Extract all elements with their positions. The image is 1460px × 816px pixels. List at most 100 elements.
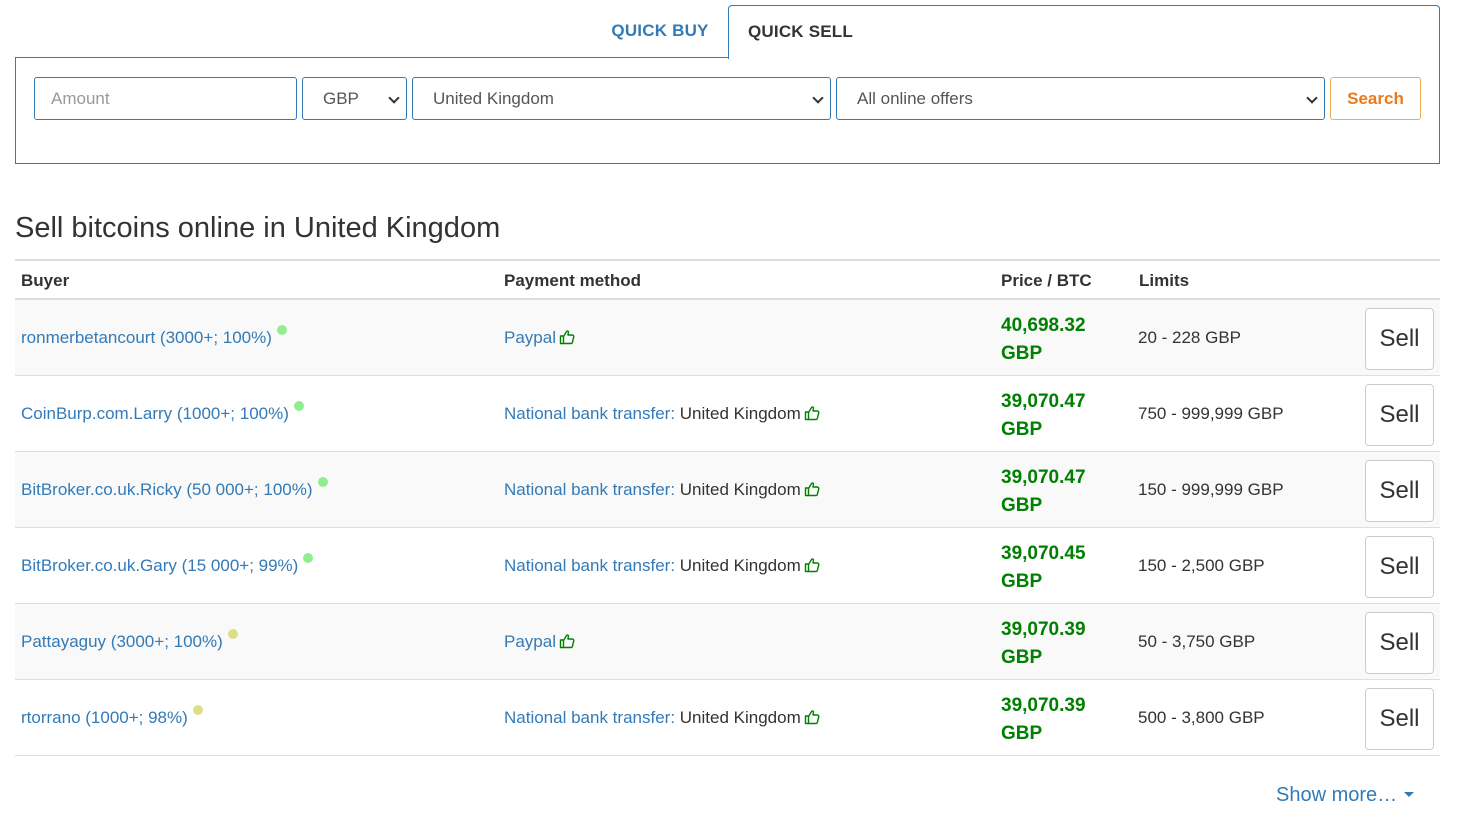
sell-button[interactable]: Sell	[1365, 308, 1434, 370]
thumbs-up-icon	[559, 633, 575, 649]
online-status-dot	[276, 325, 287, 335]
page-title: Sell bitcoins online in United Kingdom	[15, 212, 501, 244]
trade-limits: 750 - 999,999 GBP	[1138, 404, 1284, 423]
online-status-dot	[317, 477, 328, 487]
payment-method: Paypal	[504, 328, 575, 348]
payment-region: United Kingdom	[679, 708, 801, 727]
sell-button[interactable]: Sell	[1365, 688, 1434, 750]
table-row: BitBroker.co.uk.Gary (15 000+; 99%) Natio…	[15, 528, 1440, 604]
search-button[interactable]: Search	[1330, 77, 1421, 120]
payment-method-link[interactable]: National bank transfer:	[504, 708, 675, 727]
payment-method-link[interactable]: National bank transfer:	[504, 480, 675, 499]
price-per-btc: 39,070.39 GBP	[1001, 616, 1086, 672]
show-more-label: Show more…	[1276, 784, 1398, 806]
payment-method-link[interactable]: Paypal	[504, 632, 556, 651]
country-value: United Kingdom	[433, 89, 554, 108]
buyer-link[interactable]: rtorrano (1000+; 98%)	[21, 705, 203, 728]
price-per-btc: 39,070.39 GBP	[1001, 692, 1086, 748]
offers-value: All online offers	[857, 89, 973, 108]
header-limits: Limits	[1139, 271, 1190, 290]
price-per-btc: 39,070.45 GBP	[1001, 540, 1086, 596]
sell-button[interactable]: Sell	[1365, 384, 1434, 446]
show-more-link[interactable]: Show more…	[1276, 784, 1415, 807]
thumbs-up-icon	[804, 481, 820, 497]
chevron-down-icon	[388, 92, 400, 104]
payment-method: National bank transfer: United Kingdom	[504, 480, 820, 500]
chevron-down-icon	[1306, 92, 1318, 104]
country-select[interactable]: United Kingdom	[412, 77, 831, 120]
price-currency: GBP	[1001, 495, 1043, 516]
tab-quick-buy[interactable]: QUICK BUY	[592, 5, 728, 58]
tab-quick-sell[interactable]: QUICK SELL	[728, 5, 1440, 59]
buyer-link[interactable]: ronmerbetancourt (3000+; 100%)	[21, 325, 287, 348]
table-row: rtorrano (1000+; 98%) National bank trans…	[15, 680, 1440, 756]
online-status-dot	[227, 629, 238, 639]
buyer-link[interactable]: Pattayaguy (3000+; 100%)	[21, 629, 238, 652]
price-per-btc: 39,070.47 GBP	[1001, 464, 1086, 520]
thumbs-up-icon	[804, 405, 820, 421]
payment-method: Paypal	[504, 632, 575, 652]
buyer-name: CoinBurp.com.Larry (1000+; 100%)	[21, 404, 289, 423]
price-per-btc: 39,070.47 GBP	[1001, 388, 1086, 444]
buyer-name: Pattayaguy (3000+; 100%)	[21, 632, 223, 651]
trade-limits: 500 - 3,800 GBP	[1138, 708, 1265, 727]
price-value: 39,070.45	[1001, 543, 1086, 564]
payment-region: United Kingdom	[679, 556, 801, 575]
price-currency: GBP	[1001, 571, 1043, 592]
price-currency: GBP	[1001, 419, 1043, 440]
price-value: 39,070.39	[1001, 619, 1086, 640]
trade-limits: 150 - 2,500 GBP	[1138, 556, 1265, 575]
trade-limits: 20 - 228 GBP	[1138, 328, 1242, 347]
search-panel: Amount GBP United Kingdom All online off…	[15, 57, 1440, 164]
header-price: Price / BTC	[1001, 271, 1092, 290]
table-body: ronmerbetancourt (3000+; 100%) Paypal 40,6…	[15, 300, 1440, 756]
payment-method-link[interactable]: Paypal	[504, 328, 556, 347]
table-row: CoinBurp.com.Larry (1000+; 100%) National…	[15, 376, 1440, 452]
table-row: Pattayaguy (3000+; 100%) Paypal 39,070.39 G…	[15, 604, 1440, 680]
price-value: 40,698.32	[1001, 315, 1086, 336]
buyer-name: rtorrano (1000+; 98%)	[21, 708, 188, 727]
price-currency: GBP	[1001, 343, 1043, 364]
payment-method-link[interactable]: National bank transfer:	[504, 556, 675, 575]
sell-button[interactable]: Sell	[1365, 460, 1434, 522]
price-value: 39,070.47	[1001, 391, 1086, 412]
table-row: ronmerbetancourt (3000+; 100%) Paypal 40,6…	[15, 300, 1440, 376]
offers-select[interactable]: All online offers	[836, 77, 1325, 120]
header-payment: Payment method	[504, 271, 641, 290]
chevron-down-icon	[812, 92, 824, 104]
thumbs-up-icon	[804, 709, 820, 725]
thumbs-up-icon	[804, 557, 820, 573]
buyer-name: BitBroker.co.uk.Ricky (50 000+; 100%)	[21, 480, 313, 499]
payment-method: National bank transfer: United Kingdom	[504, 556, 820, 576]
currency-value: GBP	[323, 89, 359, 108]
payment-method: National bank transfer: United Kingdom	[504, 708, 820, 728]
amount-input[interactable]: Amount	[34, 77, 297, 120]
trade-limits: 150 - 999,999 GBP	[1138, 480, 1284, 499]
payment-region: United Kingdom	[679, 480, 801, 499]
buyer-link[interactable]: CoinBurp.com.Larry (1000+; 100%)	[21, 401, 304, 424]
price-currency: GBP	[1001, 723, 1043, 744]
online-status-dot	[303, 553, 314, 563]
buyer-link[interactable]: BitBroker.co.uk.Gary (15 000+; 99%)	[21, 553, 314, 576]
price-currency: GBP	[1001, 647, 1043, 668]
table-row: BitBroker.co.uk.Ricky (50 000+; 100%) Nat…	[15, 452, 1440, 528]
trade-limits: 50 - 3,750 GBP	[1138, 632, 1256, 651]
price-value: 39,070.47	[1001, 467, 1086, 488]
price-per-btc: 40,698.32 GBP	[1001, 312, 1086, 368]
price-value: 39,070.39	[1001, 695, 1086, 716]
payment-region: United Kingdom	[679, 404, 801, 423]
thumbs-up-icon	[559, 329, 575, 345]
sell-button[interactable]: Sell	[1365, 536, 1434, 598]
caret-down-icon	[1404, 792, 1415, 797]
offers-table: Buyer Payment method Price / BTC Limits …	[15, 259, 1440, 756]
online-status-dot	[192, 705, 203, 715]
payment-method: National bank transfer: United Kingdom	[504, 404, 820, 424]
currency-select[interactable]: GBP	[302, 77, 407, 120]
payment-method-link[interactable]: National bank transfer:	[504, 404, 675, 423]
buyer-name: ronmerbetancourt (3000+; 100%)	[21, 328, 272, 347]
offer-tabs: QUICK BUY QUICK SELL	[15, 5, 1440, 59]
sell-button[interactable]: Sell	[1365, 612, 1434, 674]
header-buyer: Buyer	[21, 271, 70, 290]
buyer-link[interactable]: BitBroker.co.uk.Ricky (50 000+; 100%)	[21, 477, 328, 500]
table-header: Buyer Payment method Price / BTC Limits	[15, 261, 1440, 300]
